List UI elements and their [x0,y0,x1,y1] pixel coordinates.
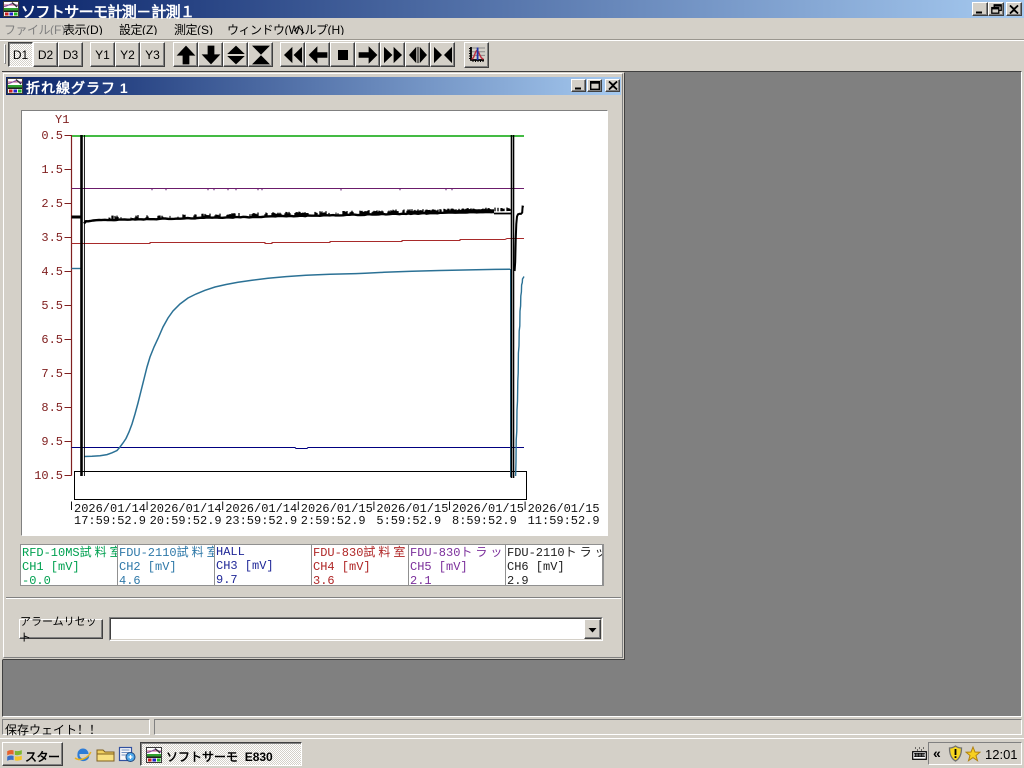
svg-text:4.5: 4.5 [41,265,63,279]
svg-text:9.5: 9.5 [41,435,63,449]
svg-text:3.5: 3.5 [41,231,63,245]
svg-text:8.5: 8.5 [41,401,63,415]
svg-text:10.5: 10.5 [34,469,63,483]
svg-text:Y1: Y1 [55,113,69,127]
svg-text:2.5: 2.5 [41,197,63,211]
svg-text:17:59:52.9: 17:59:52.9 [74,514,146,528]
svg-text:7.5: 7.5 [41,367,63,381]
svg-text:5:59:52.9: 5:59:52.9 [376,514,441,528]
svg-text:20:59:52.9: 20:59:52.9 [150,514,222,528]
svg-text:6.5: 6.5 [41,333,63,347]
svg-text:0.5: 0.5 [41,129,63,143]
svg-text:11:59:52.9: 11:59:52.9 [528,514,600,528]
svg-text:2:59:52.9: 2:59:52.9 [301,514,366,528]
svg-text:23:59:52.9: 23:59:52.9 [225,514,297,528]
svg-text:8:59:52.9: 8:59:52.9 [452,514,517,528]
svg-text:1.5: 1.5 [41,163,63,177]
svg-text:5.5: 5.5 [41,299,63,313]
